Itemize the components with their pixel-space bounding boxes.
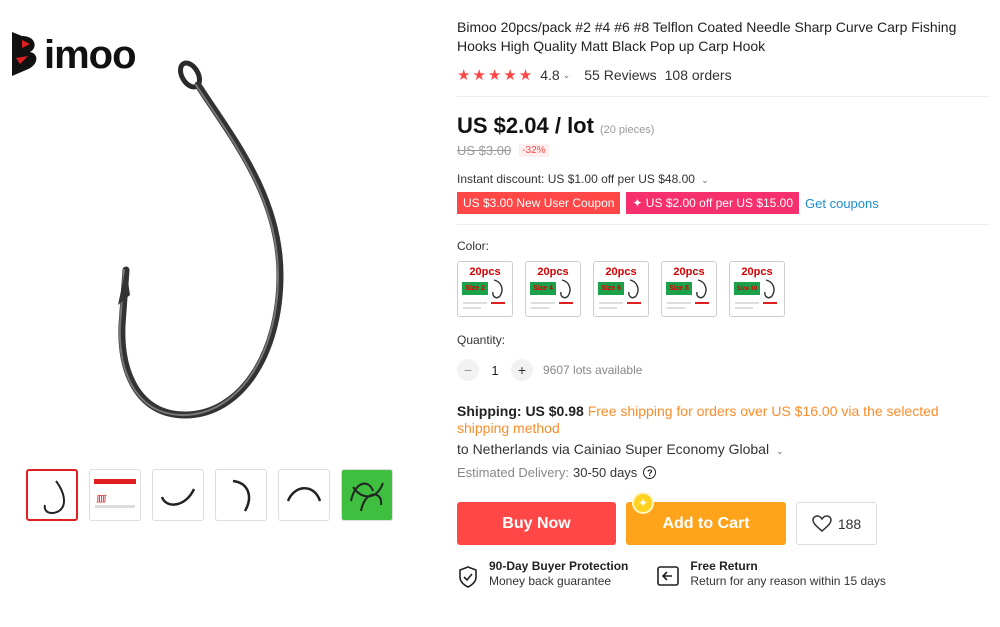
swatch-pcs: 20pcs [469, 266, 501, 278]
lots-available: 9607 lots available [543, 363, 643, 377]
thumbnail-5[interactable] [278, 469, 330, 521]
color-section: Color: 20pcs Size 2 20pcs Size 4 20pcs S… [457, 239, 990, 317]
shipping-destination-text: to Netherlands via Cainiao Super Economy… [457, 441, 770, 457]
brand-logo-mark [12, 32, 37, 76]
instant-discount-text: Instant discount: US $1.00 off per US $4… [457, 172, 695, 186]
estimated-delivery-value: 30-50 days [572, 465, 638, 480]
swatch-pcs: 20pcs [605, 266, 637, 278]
divider [457, 224, 990, 225]
orders-count: 108 orders [664, 67, 732, 83]
buyer-protection-title: 90-Day Buyer Protection [489, 559, 629, 573]
shipping-label: Shipping: [457, 403, 522, 419]
thumbnail-4[interactable] [215, 469, 267, 521]
product-gallery: imoo ʃʃʃʃʃ [0, 0, 440, 627]
discount-badge: -32% [519, 144, 549, 157]
purchase-actions: Buy Now ✦ Add to Cart 188 [457, 492, 990, 545]
thumbnail-2[interactable]: ʃʃʃʃʃ [89, 469, 141, 521]
buyer-protection: 90-Day Buyer Protection Money back guara… [457, 559, 628, 589]
color-option-size-10[interactable]: 20pcs Size 10 [729, 261, 785, 317]
swatch-size: Size 6 [598, 282, 624, 295]
original-price-row: US $3.00 -32% [457, 143, 990, 158]
divider [457, 96, 990, 97]
shipping-destination[interactable]: to Netherlands via Cainiao Super Economy… [457, 441, 990, 457]
swatch-size: Size 10 [734, 282, 760, 295]
free-return: Free Return Return for any reason within… [656, 559, 886, 589]
chevron-down-icon[interactable]: ⌄ [563, 70, 571, 81]
rating-row: ★★★★★ 4.8 ⌄ 55 Reviews 108 orders [457, 66, 990, 84]
quantity-decrease-button[interactable]: − [457, 359, 479, 381]
thumbnail-3[interactable] [152, 469, 204, 521]
product-title: Bimoo 20pcs/pack #2 #4 #6 #8 Telflon Coa… [457, 19, 957, 54]
quantity-stepper: − 1 + 9607 lots available [457, 359, 990, 381]
estimated-delivery-label: Estimated Delivery: [457, 465, 569, 480]
color-option-size-4[interactable]: 20pcs Size 4 [525, 261, 581, 317]
store-coupon[interactable]: ✦ US $2.00 off per US $15.00 [626, 192, 800, 214]
color-option-size-2[interactable]: 20pcs Size 2 [457, 261, 513, 317]
reviews-link[interactable]: 55 Reviews [584, 67, 656, 83]
thumbnail-strip: ʃʃʃʃʃ [26, 469, 393, 521]
coin-badge-icon: ✦ [632, 492, 654, 514]
estimated-delivery: Estimated Delivery: 30-50 days ? [457, 465, 990, 480]
free-return-title: Free Return [690, 559, 758, 573]
heart-icon [812, 514, 832, 532]
add-to-cart-button[interactable]: ✦ Add to Cart [626, 492, 786, 545]
free-return-subtitle: Return for any reason within 15 days [690, 574, 886, 588]
current-price: US $2.04 / lot [457, 113, 594, 138]
pieces-count: (20 pieces) [599, 124, 655, 136]
guarantees: 90-Day Buyer Protection Money back guara… [457, 559, 990, 589]
instant-discount[interactable]: Instant discount: US $1.00 off per US $4… [457, 172, 990, 186]
product-detail: Bimoo 20pcs/pack #2 #4 #6 #8 Telflon Coa… [457, 18, 990, 589]
wishlist-count: 188 [837, 515, 862, 532]
swatch-pcs: 20pcs [673, 266, 705, 278]
buyer-protection-subtitle: Money back guarantee [489, 574, 612, 588]
shipping-cost: US $0.98 [525, 403, 584, 419]
color-label: Color: [457, 239, 490, 253]
swatch-pcs: 20pcs [741, 266, 773, 278]
chevron-down-icon: ⌄ [775, 446, 784, 456]
quantity-section: Quantity: − 1 + 9607 lots available [457, 333, 990, 381]
quantity-increase-button[interactable]: + [511, 359, 533, 381]
color-options: 20pcs Size 2 20pcs Size 4 20pcs Size 6 2… [457, 261, 990, 317]
original-price: US $3.00 [457, 143, 512, 158]
new-user-coupon[interactable]: US $3.00 New User Coupon [457, 192, 621, 214]
return-icon [657, 566, 680, 586]
thumbnail-6[interactable] [341, 469, 393, 521]
add-to-cart-label: Add to Cart [662, 514, 750, 532]
swatch-pcs: 20pcs [537, 266, 569, 278]
main-product-image[interactable] [90, 55, 310, 435]
wishlist-button[interactable]: 188 [796, 502, 877, 545]
rating-stars: ★★★★★ [457, 67, 535, 84]
rating-value[interactable]: 4.8 [540, 67, 559, 83]
swatch-size: Size 4 [530, 282, 556, 295]
color-option-size-8[interactable]: 20pcs Size 8 [661, 261, 717, 317]
buy-now-button[interactable]: Buy Now [457, 502, 616, 545]
shield-check-icon [459, 566, 477, 588]
quantity-label: Quantity: [457, 333, 506, 347]
color-option-size-6[interactable]: 20pcs Size 6 [593, 261, 649, 317]
chevron-down-icon: ⌄ [701, 175, 709, 185]
coupon-row: US $3.00 New User Coupon ✦ US $2.00 off … [457, 192, 990, 214]
get-coupons-link[interactable]: Get coupons [805, 196, 879, 211]
thumbnail-1[interactable] [26, 469, 78, 521]
quantity-input[interactable]: 1 [479, 363, 511, 378]
help-icon[interactable]: ? [643, 466, 657, 479]
price-row: US $2.04 / lot (20 pieces) [457, 113, 990, 139]
shipping-info: Shipping: US $0.98 Free shipping for ord… [457, 403, 990, 437]
svg-text:ʃʃʃʃʃ: ʃʃʃʃʃ [96, 494, 107, 503]
swatch-size: Size 8 [666, 282, 692, 295]
swatch-size: Size 2 [462, 282, 488, 295]
